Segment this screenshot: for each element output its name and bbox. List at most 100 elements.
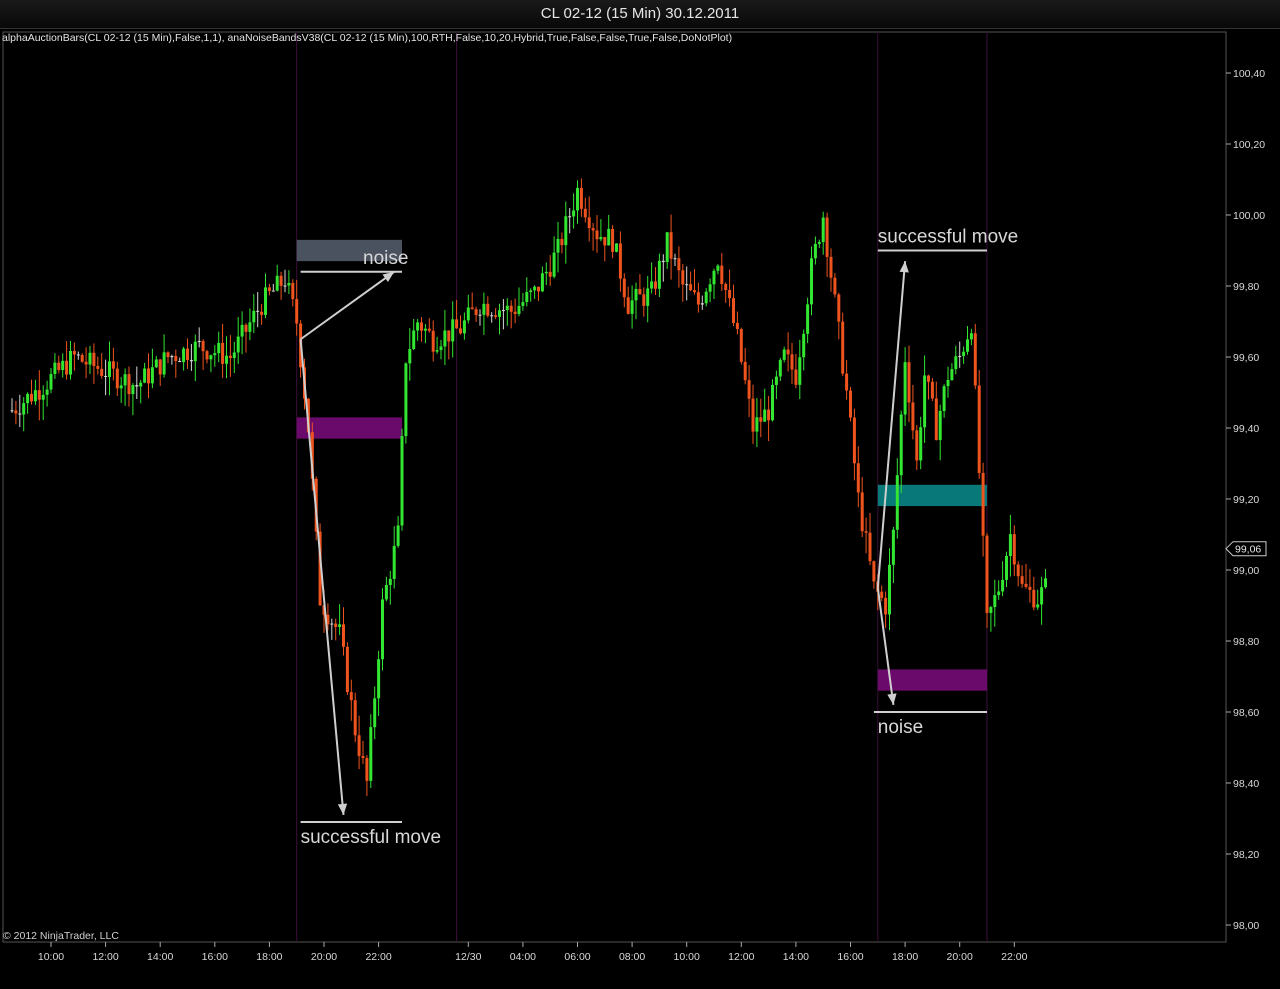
y-axis: 98,00 98,20 98,40 98,60 98,80 99,00 99,20 99,40… — [1226, 68, 1265, 932]
candle-body — [443, 330, 447, 347]
candle-body — [927, 375, 930, 382]
candle-body — [552, 252, 556, 277]
noise-band — [877, 669, 987, 691]
candle-body — [439, 346, 443, 351]
candle-body — [342, 624, 345, 647]
candle-body — [57, 362, 61, 371]
price-chart[interactable]: noise successful move successful move noise… — [0, 0, 1280, 989]
indicators-label: alphaAuctionBars(CL 02-12 (15 Min),False… — [2, 32, 733, 44]
x-tick-label: 16:00 — [202, 951, 228, 963]
candle-body — [431, 330, 435, 352]
candle-body — [221, 342, 225, 364]
candle-body — [505, 305, 509, 311]
candle-body — [69, 351, 72, 375]
candle-body — [942, 386, 946, 411]
x-tick-label: 18:00 — [892, 951, 918, 963]
candle-body — [143, 368, 147, 383]
candle-body — [193, 341, 197, 362]
candle-body — [115, 368, 119, 389]
candle-body — [244, 324, 248, 332]
candle-body — [76, 354, 80, 356]
y-tick-label: 99,40 — [1233, 423, 1259, 435]
candle-body — [330, 623, 334, 625]
candle-body — [466, 307, 470, 321]
candle-body — [806, 304, 810, 334]
candle-body — [61, 360, 65, 371]
candle-body — [587, 217, 591, 229]
candle-body — [260, 311, 264, 315]
candle-body — [392, 545, 396, 579]
candle-body — [287, 282, 291, 286]
candle-body — [743, 361, 747, 381]
candle-body — [486, 303, 490, 316]
candle-body — [739, 329, 743, 362]
candle-body — [186, 348, 189, 361]
candle-body — [825, 217, 829, 257]
x-tick-label: 22:00 — [365, 951, 391, 963]
candle-body — [88, 352, 92, 365]
candle-body — [611, 228, 615, 252]
candle-body — [778, 359, 782, 377]
candle-body — [728, 290, 732, 299]
candle-body — [80, 354, 84, 362]
candle-body — [1044, 578, 1047, 588]
candle-body — [533, 286, 537, 291]
candle-body — [884, 597, 888, 615]
candle-body — [700, 303, 704, 305]
candle-body — [1020, 576, 1024, 584]
move-arrow — [300, 270, 395, 341]
candle-body — [946, 379, 950, 387]
candle-body — [361, 755, 365, 759]
candle-body — [794, 369, 798, 385]
candle-body — [618, 243, 622, 279]
candle-body — [891, 529, 895, 565]
candle-body — [275, 275, 279, 291]
candle-body — [650, 281, 654, 289]
candle-body — [334, 623, 338, 627]
candle-body — [599, 237, 603, 240]
candle-body — [131, 385, 135, 395]
candle-body — [228, 355, 232, 359]
candle-body — [232, 352, 236, 359]
candle-body — [813, 243, 817, 259]
candle-body — [197, 340, 201, 342]
x-tick-label: 22:00 — [1001, 951, 1027, 963]
candle-body — [556, 238, 560, 253]
candle-body — [72, 351, 76, 355]
noise-band — [877, 484, 987, 507]
candle-body — [1032, 589, 1036, 608]
candle-body — [872, 561, 876, 582]
y-tick-label: 99,80 — [1233, 281, 1259, 293]
candle-body — [802, 333, 806, 358]
candle-body — [1012, 534, 1016, 565]
candle-body — [973, 333, 977, 386]
candle-body — [135, 385, 139, 387]
candle-body — [841, 321, 845, 374]
candle-body — [217, 342, 221, 354]
candle-body — [205, 351, 209, 360]
candle-body — [388, 578, 392, 586]
y-tick-label: 98,00 — [1233, 920, 1259, 932]
y-tick-label: 98,40 — [1233, 778, 1259, 790]
candle-body — [755, 417, 759, 432]
candle-body — [150, 367, 154, 384]
candle-body — [482, 303, 486, 315]
candle-body — [338, 624, 342, 627]
candle-body — [696, 292, 700, 305]
candle-body — [626, 297, 630, 314]
candle-body — [724, 284, 728, 291]
candle-body — [373, 698, 377, 728]
candle-body — [845, 373, 849, 391]
candle-body — [1040, 587, 1044, 605]
candle-body — [30, 393, 33, 402]
candle-body — [501, 310, 505, 312]
candle-body — [685, 284, 689, 286]
candle-body — [860, 492, 864, 532]
candle-body — [720, 265, 724, 285]
candle-body — [213, 353, 217, 356]
y-tick-label: 100,40 — [1233, 68, 1265, 80]
x-tick-label: 06:00 — [564, 951, 590, 963]
candle-body — [817, 242, 821, 244]
x-tick-label: 16:00 — [837, 951, 863, 963]
candle-body — [174, 355, 178, 362]
